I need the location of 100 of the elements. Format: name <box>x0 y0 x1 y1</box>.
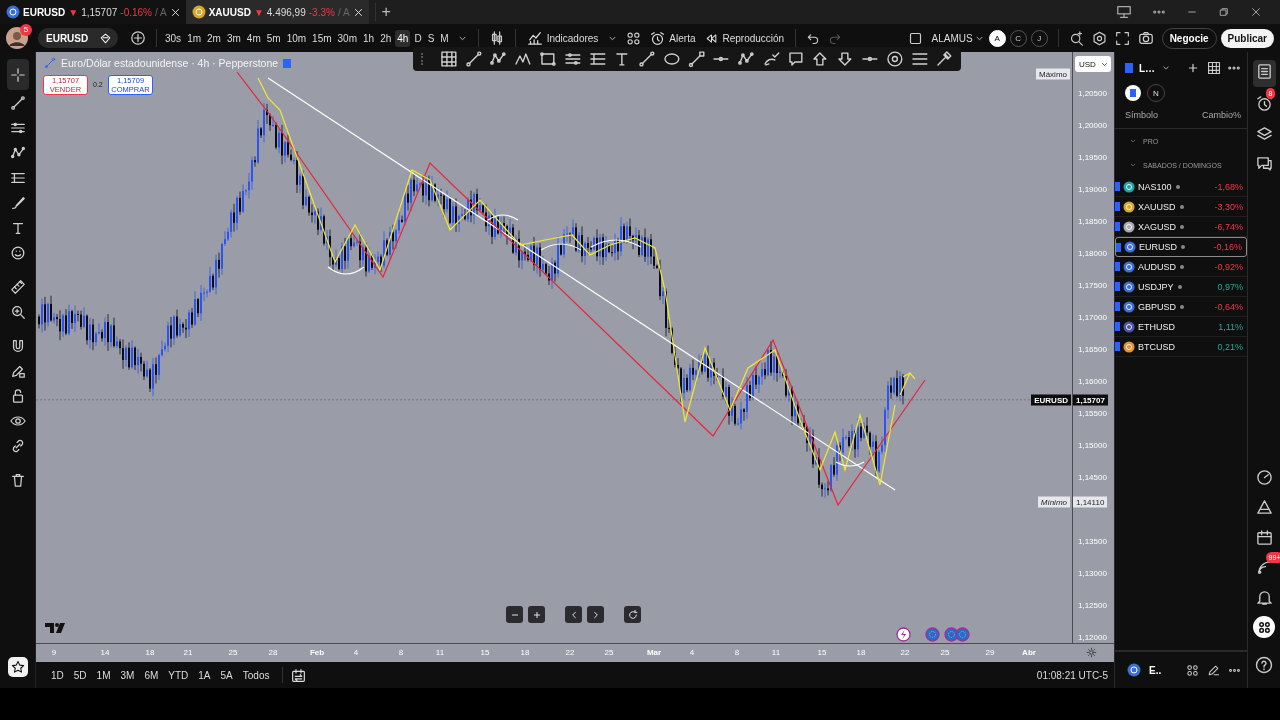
symbol-search-field[interactable]: EURUSD <box>38 28 118 48</box>
diamond-icon[interactable] <box>99 31 112 45</box>
chevron-down-icon[interactable] <box>1161 63 1172 73</box>
interval-button[interactable]: 1h <box>361 29 377 47</box>
avatar[interactable] <box>6 27 28 49</box>
interval-button[interactable]: 30s <box>163 29 184 47</box>
currency-dropdown[interactable]: USD <box>1075 56 1111 72</box>
watchlist-name[interactable]: L… <box>1139 62 1156 74</box>
crosshair-icon[interactable] <box>9 66 26 83</box>
ellipse-icon[interactable] <box>662 50 681 68</box>
layout-button[interactable]: ALAMUS <box>931 32 973 44</box>
alert-button[interactable]: Alerta <box>650 30 696 46</box>
ruler-icon[interactable] <box>9 278 26 295</box>
symbol-icon[interactable] <box>1127 663 1141 677</box>
interval-button[interactable]: 3m <box>224 29 243 47</box>
triangle-icon[interactable] <box>1255 498 1273 516</box>
trend-line-icon[interactable] <box>638 50 656 68</box>
interval-button[interactable]: 2h <box>378 29 394 47</box>
table-icon[interactable] <box>1207 61 1221 75</box>
trend-line-icon[interactable] <box>464 50 483 68</box>
column-header[interactable]: Símbolo <box>1125 110 1159 120</box>
watchlist-row[interactable]: EURUSD -0,16% <box>1115 237 1247 257</box>
fullscreen-icon[interactable] <box>1114 30 1130 46</box>
apps-button[interactable] <box>1253 616 1275 638</box>
target-icon[interactable] <box>885 50 904 68</box>
range-button[interactable]: 1D <box>46 669 69 681</box>
interval-button[interactable]: 5m <box>264 29 283 47</box>
watchlist-row[interactable]: BTCUSD 0,21% <box>1115 337 1247 357</box>
lines-icon[interactable] <box>563 50 582 68</box>
publish-button[interactable]: Publicar <box>1220 28 1274 48</box>
brush-icon[interactable] <box>9 194 26 211</box>
bell-icon[interactable] <box>1255 588 1273 606</box>
wave-icon[interactable] <box>514 50 532 68</box>
help-icon[interactable] <box>1255 656 1273 674</box>
range-button[interactable]: Todos <box>237 669 275 681</box>
watchlist-row[interactable]: XAGUSD -6,74% <box>1115 217 1247 237</box>
column-header[interactable]: Cambio% <box>1202 110 1241 120</box>
templates-icon[interactable] <box>626 30 642 46</box>
comment-icon[interactable] <box>786 50 805 68</box>
interval-button[interactable]: 10m <box>284 29 309 47</box>
trend-line-icon[interactable] <box>9 94 26 111</box>
gauge-icon[interactable] <box>1255 468 1273 486</box>
interval-button[interactable]: S <box>425 29 437 47</box>
lightning-icon[interactable] <box>896 627 911 642</box>
interval-button[interactable]: M <box>438 29 451 47</box>
add-symbol-icon[interactable] <box>130 30 146 46</box>
indicators-button[interactable]: Indicadores <box>526 30 599 46</box>
interval-button[interactable]: 15m <box>310 29 334 47</box>
arc-drawing[interactable] <box>540 243 582 251</box>
arrow-drawing[interactable] <box>899 372 916 396</box>
chart-tab[interactable]: EURUSD ▼ 1,15707 -0.16% / A <box>0 0 186 24</box>
range-button[interactable]: YTD <box>163 669 194 681</box>
calendar-icon[interactable] <box>1255 528 1273 546</box>
picker-icon[interactable] <box>935 50 954 68</box>
alarm-icon[interactable] <box>1255 94 1273 112</box>
replay-button[interactable]: Reproducción <box>705 31 785 45</box>
flag-filter-icon[interactable] <box>1125 85 1141 101</box>
trash-icon[interactable] <box>9 471 26 488</box>
watchlist-row[interactable]: ETHUSD 1,11% <box>1115 317 1247 337</box>
close-icon[interactable] <box>1250 6 1262 18</box>
pen-icon[interactable] <box>761 50 780 68</box>
interval-button[interactable]: D <box>412 29 424 47</box>
menu-icon[interactable] <box>910 50 929 68</box>
close-icon[interactable] <box>169 6 181 18</box>
layers-icon[interactable] <box>1255 124 1273 142</box>
range-button[interactable]: 6M <box>139 669 164 681</box>
range-button[interactable]: 3M <box>115 669 140 681</box>
favorite-button[interactable] <box>7 657 28 677</box>
edit-icon[interactable] <box>1207 663 1220 677</box>
watchlist-row[interactable]: NAS100 -1,68% <box>1115 177 1247 197</box>
fib-icon[interactable] <box>588 50 607 68</box>
square-icon[interactable] <box>907 30 923 46</box>
chevron-down-icon[interactable] <box>1129 161 1137 169</box>
arrow-down-icon[interactable] <box>836 50 854 68</box>
watchlist-row[interactable]: GBPUSD -0,64% <box>1115 297 1247 317</box>
chat-icon[interactable] <box>1255 154 1273 172</box>
pattern-icon[interactable] <box>9 144 26 161</box>
monitor-icon[interactable] <box>1116 4 1132 20</box>
watchlist-icon[interactable] <box>1255 62 1273 80</box>
watchlist-name[interactable]: E.. <box>1149 664 1162 676</box>
zoom-in-icon[interactable] <box>9 303 26 320</box>
pattern-icon[interactable] <box>737 50 755 68</box>
watchlist-row[interactable]: USDJPY 0,97% <box>1115 277 1247 297</box>
chevron-down-icon[interactable] <box>1129 137 1137 145</box>
path-icon[interactable] <box>687 50 706 68</box>
restore-icon[interactable] <box>1218 6 1230 18</box>
reset-icon[interactable] <box>626 608 639 621</box>
pattern-icon[interactable] <box>489 50 508 68</box>
chart-tab[interactable]: XAUUSD ▼ 4.496,99 -3.3% / A <box>185 0 369 24</box>
range-button[interactable]: 5A <box>215 669 238 681</box>
close-icon[interactable] <box>352 6 364 18</box>
table-icon[interactable] <box>439 50 458 68</box>
account-button[interactable]: A <box>988 29 1006 47</box>
interval-button[interactable]: 2m <box>205 29 223 47</box>
arc-drawing[interactable] <box>487 214 519 221</box>
smiley-icon[interactable] <box>9 244 26 261</box>
grid-icon[interactable] <box>1186 663 1199 677</box>
range-button[interactable]: 5D <box>68 669 92 681</box>
new-tab-button[interactable]: + <box>374 3 397 21</box>
search-icon[interactable] <box>1068 30 1084 46</box>
